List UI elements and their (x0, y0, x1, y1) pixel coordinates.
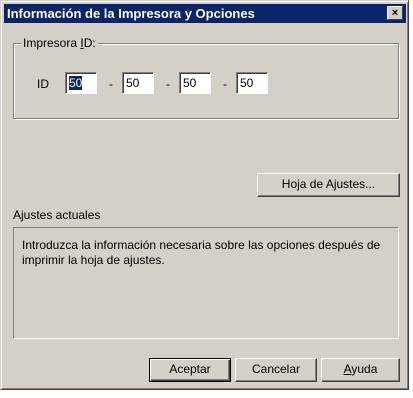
title-bar[interactable]: Información de la Impresora y Opciones × (4, 4, 406, 23)
settings-sheet-button[interactable]: Hoja de Ajustes... (257, 173, 400, 197)
id-separator-2: - (166, 77, 170, 91)
id-label: ID (37, 77, 49, 91)
dialog-window: Información de la Impresora y Opciones ×… (0, 0, 409, 390)
close-icon: × (391, 7, 399, 19)
id-field-2[interactable]: 50 (122, 72, 154, 94)
id-field-4-value: 50 (240, 76, 254, 90)
id-field-3-value: 50 (183, 76, 197, 90)
accept-button[interactable]: Aceptar (149, 358, 231, 382)
window-title: Información de la Impresora y Opciones (7, 6, 255, 21)
close-button[interactable]: × (387, 6, 403, 20)
id-field-4[interactable]: 50 (236, 72, 268, 94)
cancel-button[interactable]: Cancelar (235, 358, 317, 382)
current-settings-box: Introduzca la información necesaria sobr… (13, 227, 399, 339)
id-separator-1: - (109, 77, 113, 91)
id-separator-3: - (223, 77, 227, 91)
id-field-1-value: 50 (69, 76, 83, 90)
current-settings-label: Ajustes actuales (13, 208, 101, 222)
current-settings-message: Introduzca la información necesaria sobr… (22, 238, 381, 267)
id-field-1[interactable]: 50 (65, 72, 97, 94)
printer-id-legend: Impresora ID: (21, 36, 98, 50)
help-button[interactable]: Ayuda (321, 358, 400, 382)
id-field-3[interactable]: 50 (179, 72, 211, 94)
id-field-2-value: 50 (126, 76, 140, 90)
